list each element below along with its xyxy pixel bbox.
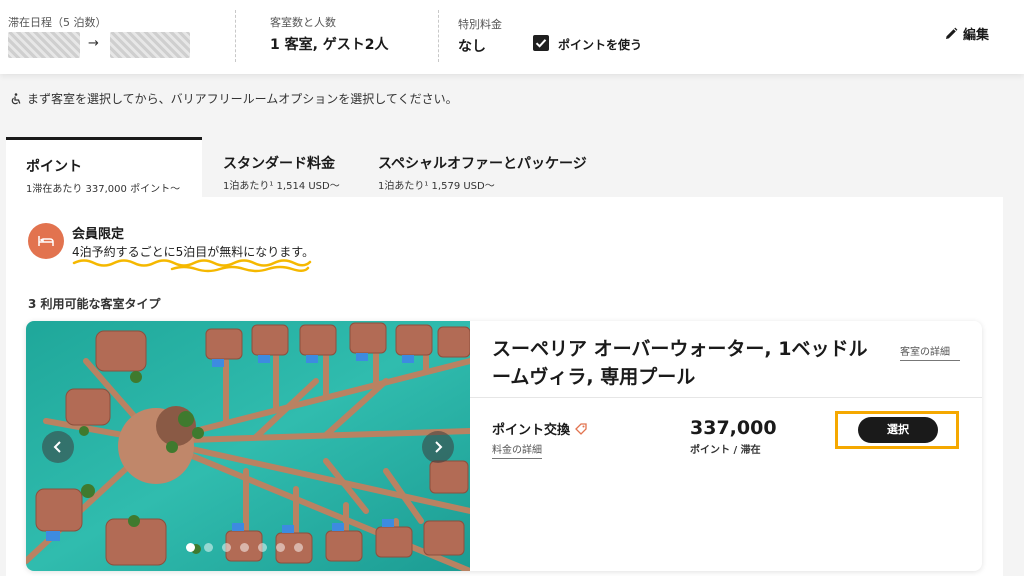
rate-details-link[interactable]: 料金の詳細 bbox=[492, 441, 542, 459]
check-icon bbox=[535, 39, 547, 48]
header-divider bbox=[438, 10, 439, 62]
carousel-prev-button[interactable] bbox=[42, 431, 74, 463]
select-button[interactable]: 選択 bbox=[858, 417, 938, 443]
tab-subtitle: 1泊あたり¹ 1,514 USD〜 bbox=[223, 181, 340, 192]
carousel-dot[interactable] bbox=[240, 543, 249, 552]
edit-button[interactable]: 編集 bbox=[944, 24, 989, 43]
price-unit: ポイント / 滞在 bbox=[690, 445, 761, 456]
highlight-underline bbox=[72, 259, 312, 273]
promo-title: 会員限定 bbox=[72, 227, 125, 242]
date-arrow: → bbox=[88, 36, 99, 51]
special-rate-value[interactable]: なし bbox=[458, 36, 486, 56]
tab-special-offers[interactable]: スペシャルオファーとパッケージ 1泊あたり¹ 1,579 USD〜 bbox=[378, 137, 587, 197]
chevron-right-icon bbox=[435, 441, 443, 453]
room-card: スーペリア オーバーウォーター, 1ベッドルームヴィラ, 専用プール 客室の詳細… bbox=[26, 321, 982, 571]
tab-title: ポイント bbox=[26, 159, 82, 175]
carousel-dot[interactable] bbox=[222, 543, 231, 552]
check-in-date-redacted bbox=[8, 32, 80, 58]
room-details-link[interactable]: 客室の詳細 bbox=[900, 343, 960, 361]
accessibility-notice: まず客室を選択してから、バリアフリールームオプションを選択してください。 bbox=[10, 90, 458, 107]
available-room-types-count: 3 利用可能な客室タイプ bbox=[28, 297, 161, 311]
rate-title-text: ポイント交換 bbox=[492, 423, 571, 438]
rate-title: ポイント交換 bbox=[492, 419, 588, 438]
carousel-dot[interactable] bbox=[186, 543, 195, 552]
carousel-dot[interactable] bbox=[276, 543, 285, 552]
tab-points[interactable]: ポイント 1滞在あたり 337,000 ポイント〜 bbox=[6, 137, 202, 197]
card-divider bbox=[470, 397, 982, 398]
promo-badge bbox=[28, 223, 64, 259]
use-points-checkbox[interactable] bbox=[533, 35, 549, 51]
bed-icon bbox=[38, 236, 54, 246]
edit-label: 編集 bbox=[963, 28, 990, 43]
wheelchair-icon bbox=[11, 92, 21, 104]
carousel-dot[interactable] bbox=[204, 543, 213, 552]
rooms-guests-label: 客室数と人数 bbox=[270, 16, 336, 29]
tab-subtitle: 1滞在あたり 337,000 ポイント〜 bbox=[26, 184, 181, 195]
room-photo bbox=[26, 321, 470, 571]
pencil-icon bbox=[946, 27, 958, 39]
tab-title: スタンダード料金 bbox=[223, 156, 335, 172]
carousel-dots bbox=[186, 543, 303, 552]
room-name: スーペリア オーバーウォーター, 1ベッドルームヴィラ, 専用プール bbox=[492, 338, 868, 388]
search-summary-header: 滞在日程（5 泊数） → 客室数と人数 1 客室, ゲスト2人 特別料金 なし … bbox=[0, 0, 1024, 74]
chevron-left-icon bbox=[53, 441, 61, 453]
special-rate-label: 特別料金 bbox=[458, 18, 502, 31]
carousel-dot[interactable] bbox=[258, 543, 267, 552]
rooms-guests-value[interactable]: 1 客室, ゲスト2人 bbox=[270, 34, 389, 54]
rates-panel: 会員限定 4泊予約するごとに5泊目が無料になります。 3 利用可能な客室タイプ bbox=[6, 197, 1003, 576]
room-photo-carousel[interactable] bbox=[26, 321, 470, 571]
header-divider bbox=[235, 10, 236, 62]
check-out-date-redacted bbox=[110, 32, 190, 58]
tab-standard-rate[interactable]: スタンダード料金 1泊あたり¹ 1,514 USD〜 bbox=[223, 137, 340, 197]
carousel-next-button[interactable] bbox=[422, 431, 454, 463]
carousel-dot[interactable] bbox=[294, 543, 303, 552]
tag-icon bbox=[575, 422, 587, 435]
notice-text: まず客室を選択してから、バリアフリールームオプションを選択してください。 bbox=[27, 92, 458, 106]
tab-subtitle: 1泊あたり¹ 1,579 USD〜 bbox=[378, 181, 495, 192]
tab-title: スペシャルオファーとパッケージ bbox=[378, 156, 587, 172]
points-price: 337,000 bbox=[690, 417, 777, 439]
dates-label: 滞在日程（5 泊数） bbox=[8, 16, 107, 29]
use-points-label[interactable]: ポイントを使う bbox=[558, 36, 642, 53]
